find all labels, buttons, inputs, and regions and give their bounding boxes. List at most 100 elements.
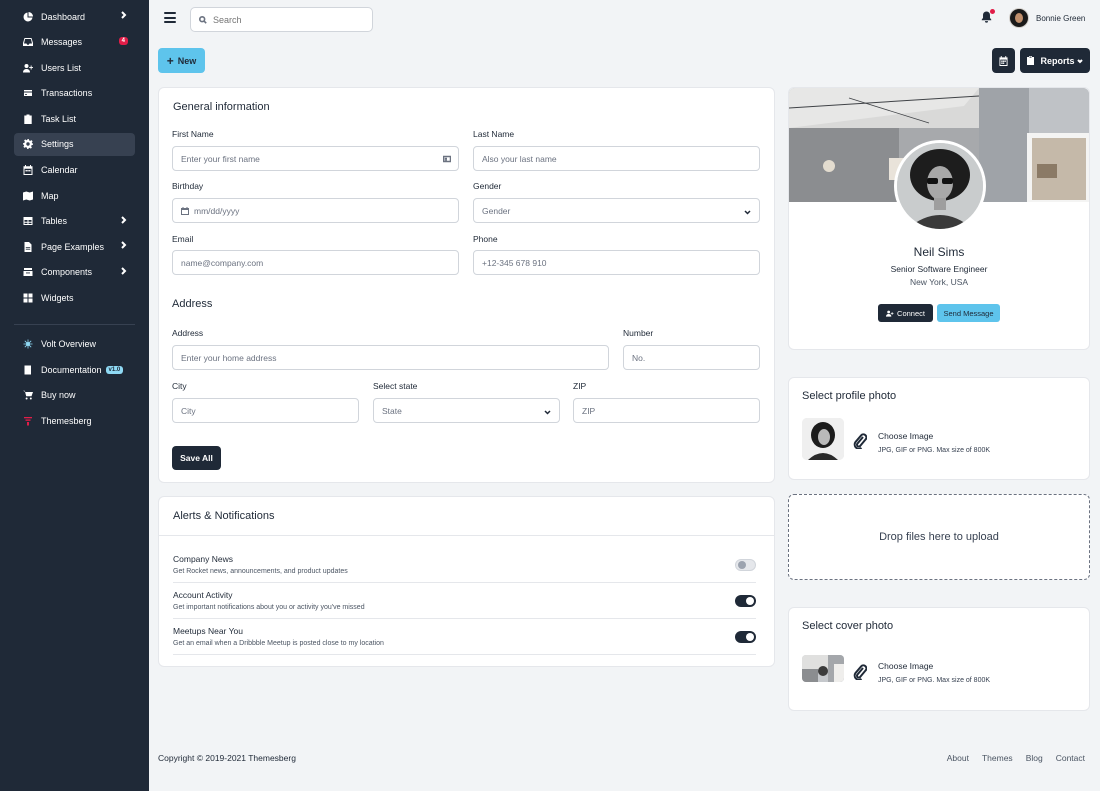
email-label: Email: [172, 234, 194, 244]
send-message-button[interactable]: Send Message: [937, 304, 1000, 322]
chevron-right-icon: [119, 11, 129, 21]
reports-button[interactable]: Reports: [1020, 48, 1090, 73]
notification-toggle[interactable]: [735, 595, 756, 607]
profile-location: New York, USA: [909, 277, 969, 287]
gender-selected-value: Gender: [482, 205, 511, 216]
state-select[interactable]: State: [373, 398, 560, 423]
zip-field[interactable]: ZIP: [573, 398, 760, 423]
alert-setting-row: Account Activity Get important notificati…: [173, 583, 756, 619]
file-dropzone[interactable]: Drop files here to upload: [788, 494, 1090, 580]
sidebar-item-volt-overview[interactable]: Volt Overview: [14, 333, 135, 356]
sidebar-item-dashboard[interactable]: Dashboard: [14, 5, 135, 28]
first-name-placeholder: Enter your first name: [181, 153, 260, 164]
sidebar-item-label: Page Examples: [41, 241, 105, 252]
chevron-down-icon: [744, 208, 751, 215]
sidebar-item-label: Messages: [41, 37, 83, 48]
notification-toggle[interactable]: [735, 631, 756, 643]
footer-copyright: Copyright © 2019-2021 Themesberg: [158, 753, 296, 763]
sidebar-item-calendar[interactable]: Calendar: [14, 159, 135, 182]
gender-select[interactable]: Gender: [473, 198, 760, 223]
grid-icon: [22, 292, 34, 304]
address-section-title: Address: [172, 298, 213, 310]
sidebar-item-users-list[interactable]: Users List: [14, 56, 135, 79]
calendar-button[interactable]: [992, 48, 1015, 73]
alert-setting-row: Company News Get Rocket news, announcemen…: [173, 547, 756, 583]
sidebar-item-label: Dashboard: [41, 11, 86, 22]
menu-toggle-icon[interactable]: [164, 12, 176, 24]
address-field[interactable]: Enter your home address: [172, 345, 609, 370]
alert-setting-description: Get Rocket news, announcements, and prod…: [173, 568, 348, 575]
user-name: Bonnie Green: [1036, 13, 1086, 23]
cart-icon: [22, 389, 34, 401]
sidebar-item-label: Users List: [41, 62, 82, 73]
id-card-icon: [442, 155, 452, 163]
footer-link-themes[interactable]: Themes: [982, 753, 1013, 763]
sidebar-item-map[interactable]: Map: [14, 184, 135, 207]
number-label: Number: [623, 328, 654, 338]
connect-label: Connect: [897, 308, 925, 318]
sidebar-item-task-list[interactable]: Task List: [14, 107, 135, 130]
alert-setting-title: Account Activity: [173, 590, 233, 600]
user-plus-icon: [886, 310, 894, 317]
save-all-button[interactable]: Save All: [172, 446, 221, 470]
connect-button[interactable]: Connect: [878, 304, 933, 322]
users-icon: [22, 62, 34, 74]
paperclip-icon[interactable]: [853, 664, 868, 681]
sidebar-item-label: Widgets: [41, 293, 74, 304]
chevron-right-icon: [119, 216, 129, 226]
state-selected-value: State: [382, 405, 402, 416]
choose-image-link[interactable]: Choose Image: [878, 431, 933, 441]
sidebar-item-buy-now[interactable]: Buy now: [14, 384, 135, 407]
birthday-field[interactable]: mm/dd/yyyy: [172, 198, 459, 223]
sidebar-item-widgets[interactable]: Widgets: [14, 287, 135, 310]
birthday-label: Birthday: [172, 181, 204, 191]
zip-label: ZIP: [573, 381, 587, 391]
email-placeholder: name@company.com: [181, 257, 264, 268]
email-field[interactable]: name@company.com: [172, 250, 459, 275]
birthday-placeholder: mm/dd/yyyy: [194, 205, 240, 216]
last-name-field[interactable]: Also your last name: [473, 146, 760, 171]
phone-placeholder: +12-345 678 910: [482, 257, 547, 268]
paperclip-icon[interactable]: [853, 433, 868, 450]
sidebar-item-label: Buy now: [41, 390, 76, 401]
notification-bell-icon[interactable]: [981, 9, 995, 23]
sidebar-item-page-examples[interactable]: Page Examples: [14, 235, 135, 258]
footer-link-about[interactable]: About: [947, 753, 969, 763]
chevron-down-icon: [1076, 58, 1083, 63]
sidebar-item-themesberg[interactable]: Themesberg: [14, 409, 135, 432]
phone-label: Phone: [473, 234, 498, 244]
sidebar-item-components[interactable]: Components: [14, 261, 135, 284]
footer-link-blog[interactable]: Blog: [1026, 753, 1043, 763]
version-badge: v1.0: [105, 365, 124, 374]
search-input[interactable]: [213, 14, 363, 25]
volt-logo-icon: [22, 338, 34, 350]
phone-field[interactable]: +12-345 678 910: [473, 250, 760, 275]
sidebar-item-label: Tables: [41, 216, 68, 227]
profile-photo-thumbnail: [802, 418, 844, 460]
document-icon: [22, 241, 34, 253]
city-field[interactable]: City: [172, 398, 359, 423]
first-name-field[interactable]: Enter your first name: [172, 146, 459, 171]
search-field[interactable]: [190, 7, 373, 32]
profile-photo-title: Select profile photo: [802, 390, 897, 402]
notification-toggle[interactable]: [735, 559, 756, 571]
footer-link-contact[interactable]: Contact: [1056, 753, 1085, 763]
sidebar-item-messages[interactable]: Messages 4: [14, 31, 135, 54]
map-icon: [22, 190, 34, 202]
cover-photo-title: Select cover photo: [802, 620, 894, 632]
new-button[interactable]: + New: [158, 48, 205, 73]
choose-image-link[interactable]: Choose Image: [878, 661, 933, 671]
chevron-right-icon: [119, 241, 129, 251]
alert-setting-description: Get important notifications about you or…: [173, 604, 365, 611]
dropzone-label: Drop files here to upload: [879, 531, 999, 543]
sidebar-item-label: Calendar: [41, 165, 78, 176]
sidebar-item-settings[interactable]: Settings: [14, 132, 135, 156]
sidebar-item-label: Transactions: [41, 88, 93, 99]
number-field[interactable]: No.: [623, 345, 760, 370]
sidebar-item-documentation[interactable]: Documentation v1.0: [14, 358, 135, 381]
sidebar-item-transactions[interactable]: Transactions: [14, 82, 135, 105]
chevron-right-icon: [119, 267, 129, 277]
user-menu[interactable]: Bonnie Green: [1009, 8, 1085, 28]
upload-hint: JPG, GIF or PNG. Max size of 800K: [878, 447, 991, 454]
sidebar-item-tables[interactable]: Tables: [14, 210, 135, 233]
